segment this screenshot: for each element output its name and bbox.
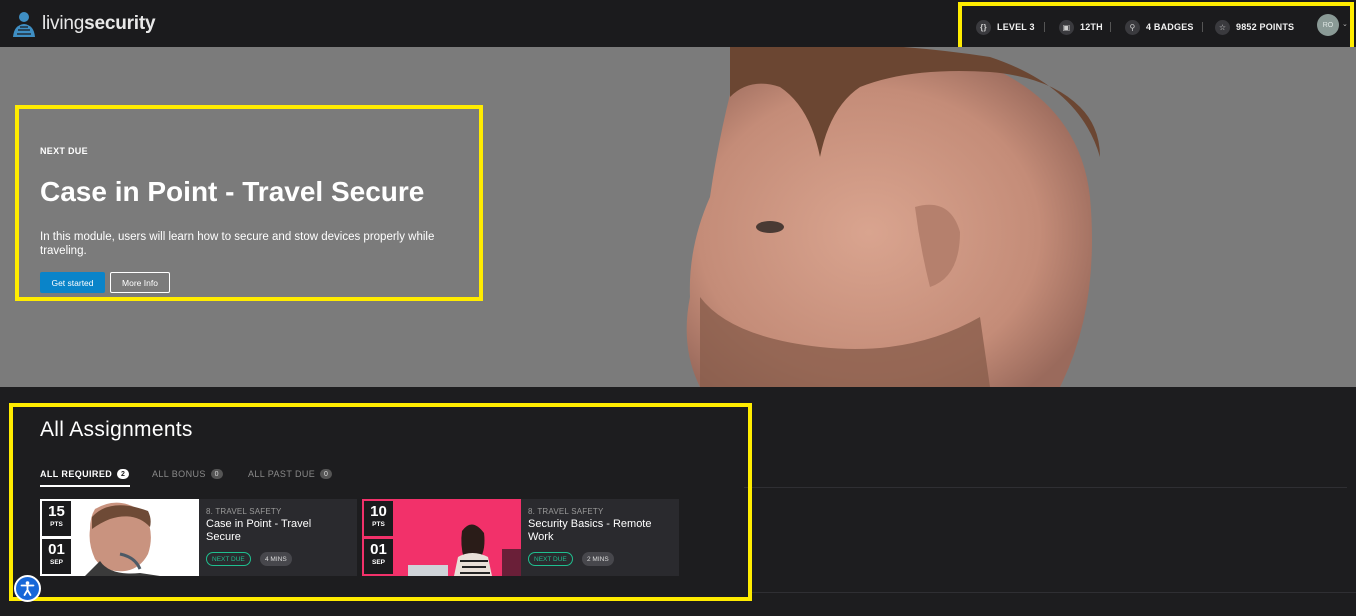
chevron-down-icon[interactable]: ⌄	[1342, 20, 1348, 28]
points-box: 15 PTS	[42, 501, 71, 536]
hero-banner: NEXT DUE Case in Point - Travel Secure I…	[0, 47, 1356, 387]
card-category: 8. TRAVEL SAFETY	[528, 507, 604, 516]
accessibility-button[interactable]	[14, 575, 41, 602]
divider	[1202, 22, 1203, 32]
divider	[1110, 22, 1111, 32]
points-unit: PTS	[372, 521, 385, 528]
points-label: 9852 POINTS	[1236, 22, 1295, 32]
tabs-divider	[744, 487, 1347, 488]
module-description: In this module, users will learn how to …	[40, 231, 435, 257]
duration-badge: 4 MINS	[260, 552, 292, 566]
top-bar: livingsecurity {} LEVEL 3 ▣ 12TH ⚲ 4 BAD…	[0, 0, 1356, 52]
tab-count-badge: 0	[320, 469, 333, 479]
duration-badge: 2 MINS	[582, 552, 614, 566]
assignments-section: All Assignments ALL REQUIRED 2 ALL BONUS…	[9, 403, 752, 601]
section-title: All Assignments	[40, 418, 193, 441]
user-avatar[interactable]: RO	[1317, 14, 1339, 36]
more-info-button[interactable]: More Info	[110, 272, 170, 293]
section-divider	[752, 592, 1356, 593]
avatar-initials: RO	[1322, 21, 1334, 29]
points-stat[interactable]: ☆ 9852 POINTS	[1215, 18, 1294, 36]
tab-count-badge: 2	[117, 469, 130, 479]
next-due-label: NEXT DUE	[40, 146, 88, 156]
tab-count-badge: 0	[210, 469, 223, 479]
points-box: 10 PTS	[364, 501, 393, 536]
assignment-card[interactable]: 15 PTS 01 SEP 8. TRAVEL SAFETY Case in P…	[40, 499, 357, 576]
tab-all-past-due[interactable]: ALL PAST DUE 0	[248, 469, 333, 479]
rank-label: 12TH	[1080, 22, 1103, 32]
badges-label: 4 BADGES	[1146, 22, 1194, 32]
tab-all-bonus[interactable]: ALL BONUS 0	[152, 469, 223, 479]
badge-icon: ⚲	[1125, 19, 1140, 35]
status-badge: NEXT DUE	[528, 552, 573, 566]
due-date-box: 01 SEP	[42, 539, 71, 574]
next-due-highlight: NEXT DUE Case in Point - Travel Secure I…	[15, 105, 483, 301]
level-stat[interactable]: {} LEVEL 3	[976, 18, 1035, 36]
tab-all-required[interactable]: ALL REQUIRED 2	[40, 469, 130, 479]
badges-stat[interactable]: ⚲ 4 BADGES	[1125, 18, 1194, 36]
get-started-button[interactable]: Get started	[40, 272, 105, 293]
leaderboard-icon: ▣	[1059, 19, 1074, 35]
living-security-logo[interactable]: livingsecurity	[11, 10, 156, 38]
tab-label: ALL PAST DUE	[248, 469, 316, 479]
points-unit: PTS	[50, 521, 63, 528]
logo-wordmark: livingsecurity	[42, 13, 156, 34]
card-title: Case in Point - Travel Secure	[206, 518, 312, 543]
status-badge: NEXT DUE	[206, 552, 251, 566]
assignment-card[interactable]: 10 PTS 01 SEP 8. TRAVEL SAFETY Security …	[362, 499, 679, 576]
logo-mark-icon	[13, 12, 35, 37]
card-category: 8. TRAVEL SAFETY	[206, 507, 282, 516]
hero-portrait-image	[686, 47, 1100, 387]
level-label: LEVEL 3	[997, 22, 1035, 32]
accessibility-icon	[20, 581, 35, 596]
star-icon: ☆	[1215, 19, 1230, 35]
module-title: Case in Point - Travel Secure	[40, 176, 425, 207]
level-icon: {}	[976, 19, 991, 35]
card-title: Security Basics - Remote Work	[528, 518, 652, 543]
tab-label: ALL BONUS	[152, 469, 206, 479]
user-stats-bar: {} LEVEL 3 ▣ 12TH ⚲ 4 BADGES ☆ 9852 POIN…	[958, 2, 1354, 52]
due-month: SEP	[371, 559, 385, 566]
divider	[1044, 22, 1045, 32]
points-value: 10	[370, 503, 387, 520]
due-day: 01	[370, 541, 387, 558]
points-value: 15	[48, 503, 65, 520]
rank-stat[interactable]: ▣ 12TH	[1059, 18, 1103, 36]
active-tab-indicator	[40, 485, 130, 487]
tab-label: ALL REQUIRED	[40, 469, 113, 479]
due-month: SEP	[49, 559, 63, 566]
due-day: 01	[48, 541, 65, 558]
due-date-box: 01 SEP	[364, 539, 393, 574]
